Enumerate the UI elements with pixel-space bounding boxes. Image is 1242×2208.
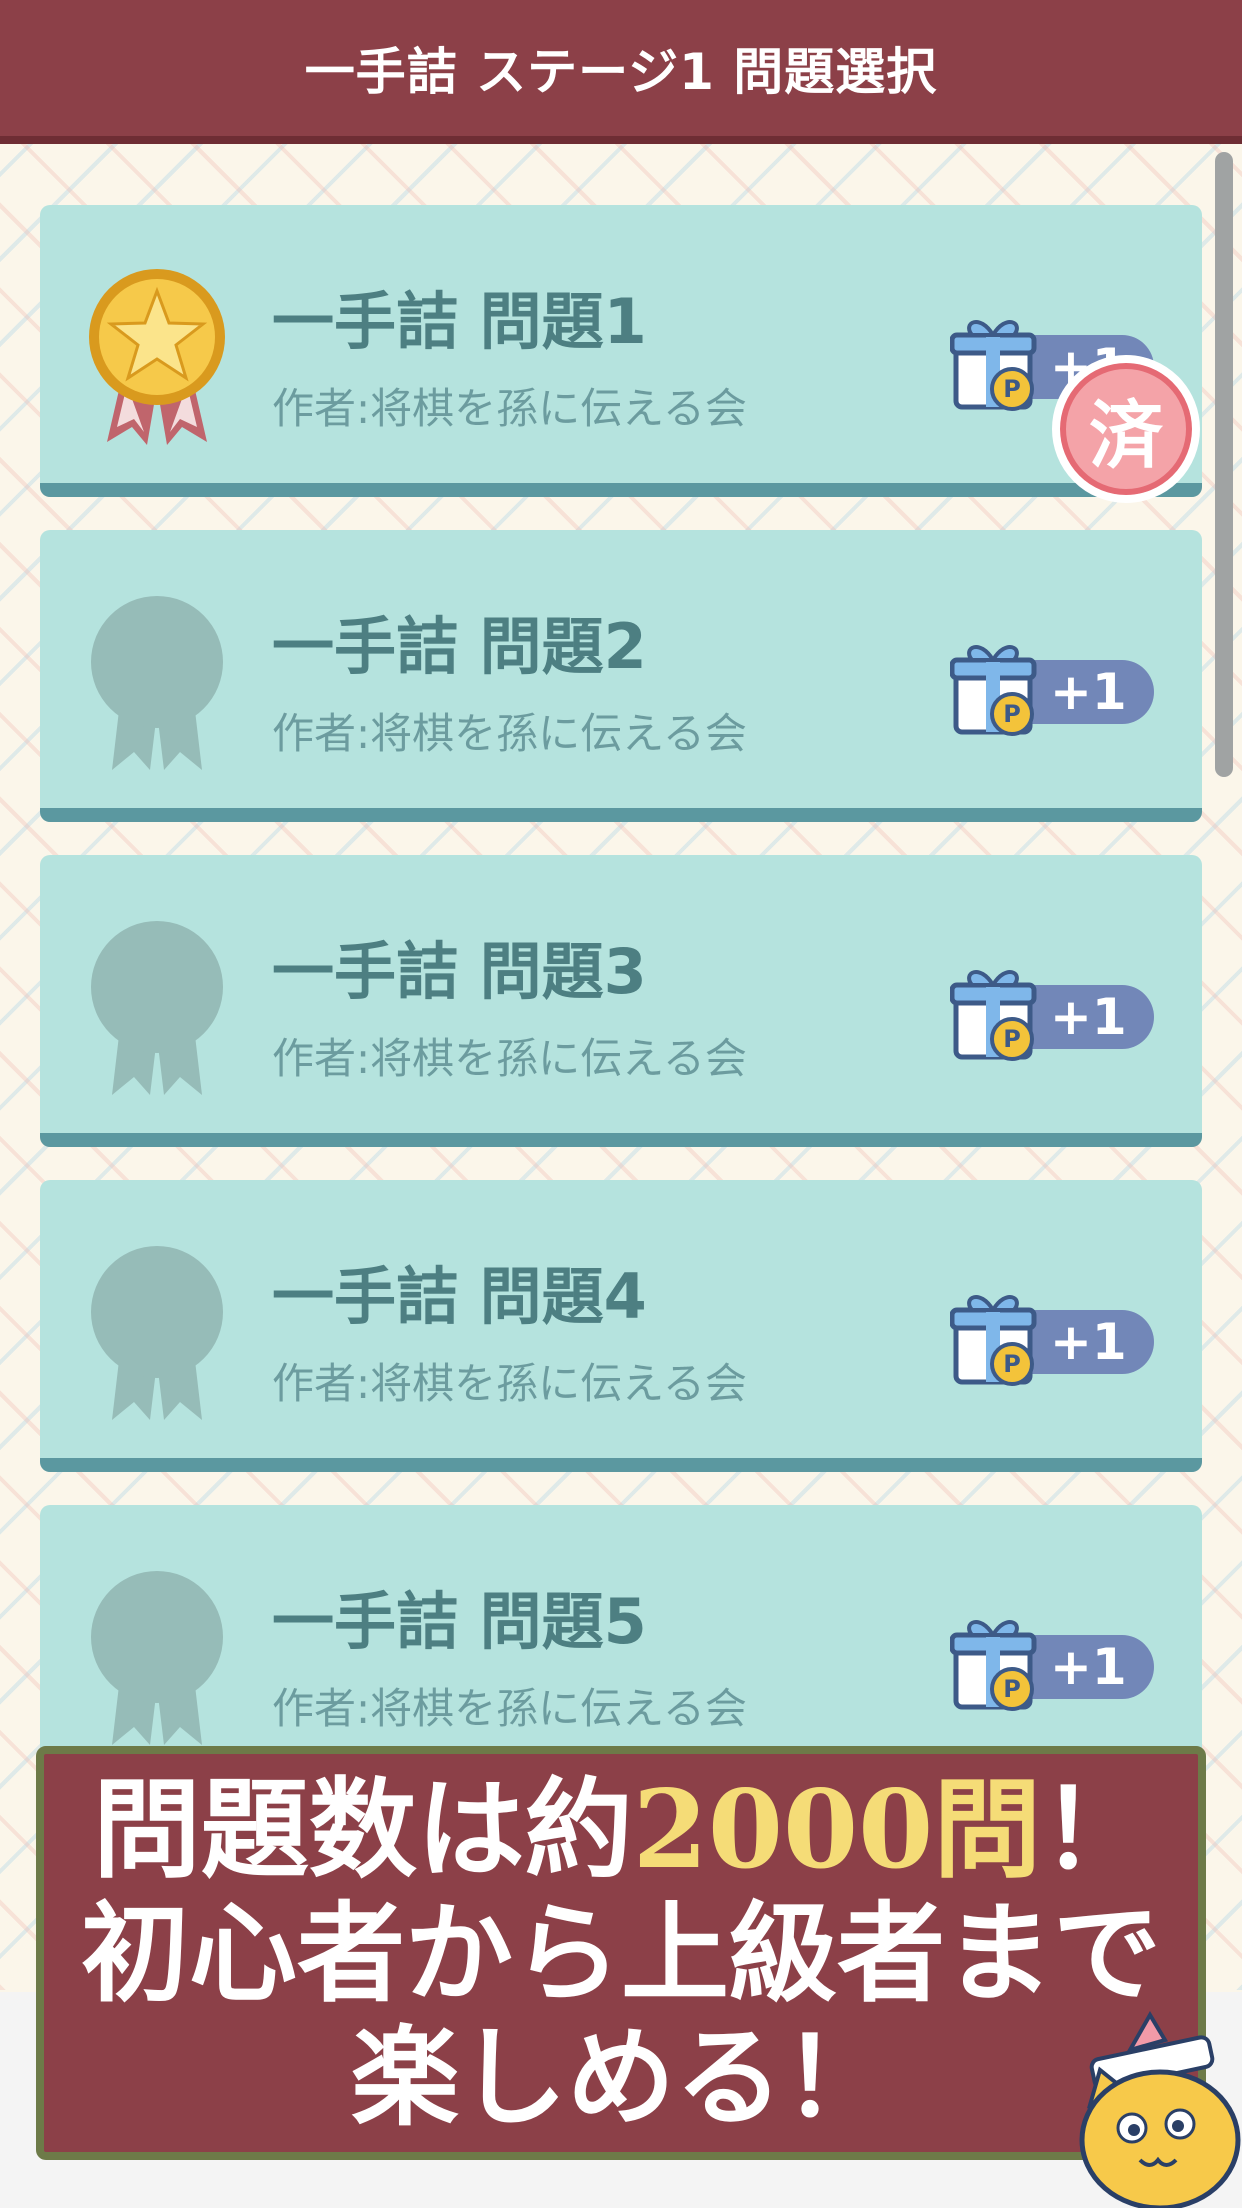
completed-stamp: 済	[1052, 355, 1200, 503]
gift-point-icon: P	[950, 645, 1037, 736]
problem-title: 一手詰 問題5	[272, 1585, 647, 1658]
banner-line-2: 初心者から上級者まで	[80, 1891, 1161, 2017]
gift-point-icon: P	[950, 1295, 1037, 1386]
problem-author: 作者:将棋を孫に伝える会	[272, 1359, 747, 1408]
problem-card-1[interactable]: 一手詰 問題1 作者:将棋を孫に伝える会 +1 P 済	[40, 205, 1202, 503]
svg-text:P: P	[1003, 375, 1021, 403]
empty-medal-icon	[91, 1246, 223, 1420]
svg-text:P: P	[1003, 1350, 1021, 1378]
banner-line-1-suffix: ！	[1041, 1767, 1150, 1893]
problem-author: 作者:将棋を孫に伝える会	[272, 709, 747, 758]
empty-medal-icon	[91, 596, 223, 770]
gift-point-icon: P	[950, 320, 1037, 411]
problem-author: 作者:将棋を孫に伝える会	[272, 1684, 747, 1733]
svg-text:P: P	[1003, 1675, 1021, 1703]
reward-value: +1	[1050, 663, 1127, 721]
svg-text:P: P	[1003, 1025, 1021, 1053]
page-header: 一手詰 ステージ1 問題選択	[0, 0, 1242, 144]
empty-medal-icon	[91, 1571, 223, 1745]
gift-point-icon: P	[950, 1620, 1037, 1711]
reward-value: +1	[1050, 1313, 1127, 1371]
reward-value: +1	[1050, 988, 1127, 1046]
banner-line-1-prefix: 問題数は約	[92, 1767, 633, 1893]
problem-card-2[interactable]: 一手詰 問題2 作者:将棋を孫に伝える会 +1 P	[40, 530, 1202, 822]
gold-medal-icon	[89, 269, 225, 445]
reward-badge: +1 P	[950, 963, 1190, 1063]
promo-banner: 問題数は約2000問！ 初心者から上級者まで 楽しめる！	[36, 1746, 1206, 2160]
svg-text:P: P	[1003, 700, 1021, 728]
gift-point-icon: P	[950, 970, 1037, 1061]
problem-title: 一手詰 問題2	[272, 610, 647, 683]
page-title: 一手詰 ステージ1 問題選択	[304, 43, 938, 101]
banner-line-1: 問題数は約2000問！	[44, 1768, 1198, 1892]
problem-title: 一手詰 問題3	[272, 935, 647, 1008]
scrollbar[interactable]	[1215, 152, 1233, 777]
problem-title: 一手詰 問題1	[272, 285, 647, 358]
banner-highlight: 2000問	[632, 1767, 1042, 1893]
reward-badge: +1 P	[950, 638, 1190, 738]
reward-value: +1	[1050, 1638, 1127, 1696]
problem-card-4[interactable]: 一手詰 問題4 作者:将棋を孫に伝える会 +1 P	[40, 1180, 1202, 1472]
banner-line-3: 楽しめる！	[350, 2015, 891, 2141]
reward-badge: +1 P	[950, 1613, 1190, 1713]
problem-card-3[interactable]: 一手詰 問題3 作者:将棋を孫に伝える会 +1 P	[40, 855, 1202, 1147]
problem-author: 作者:将棋を孫に伝える会	[272, 1034, 747, 1083]
empty-medal-icon	[91, 921, 223, 1095]
reward-badge: +1 P	[950, 1288, 1190, 1388]
cat-mascot-icon	[1079, 2011, 1241, 2208]
problem-title: 一手詰 問題4	[272, 1260, 647, 1333]
problem-author: 作者:将棋を孫に伝える会	[272, 384, 747, 433]
